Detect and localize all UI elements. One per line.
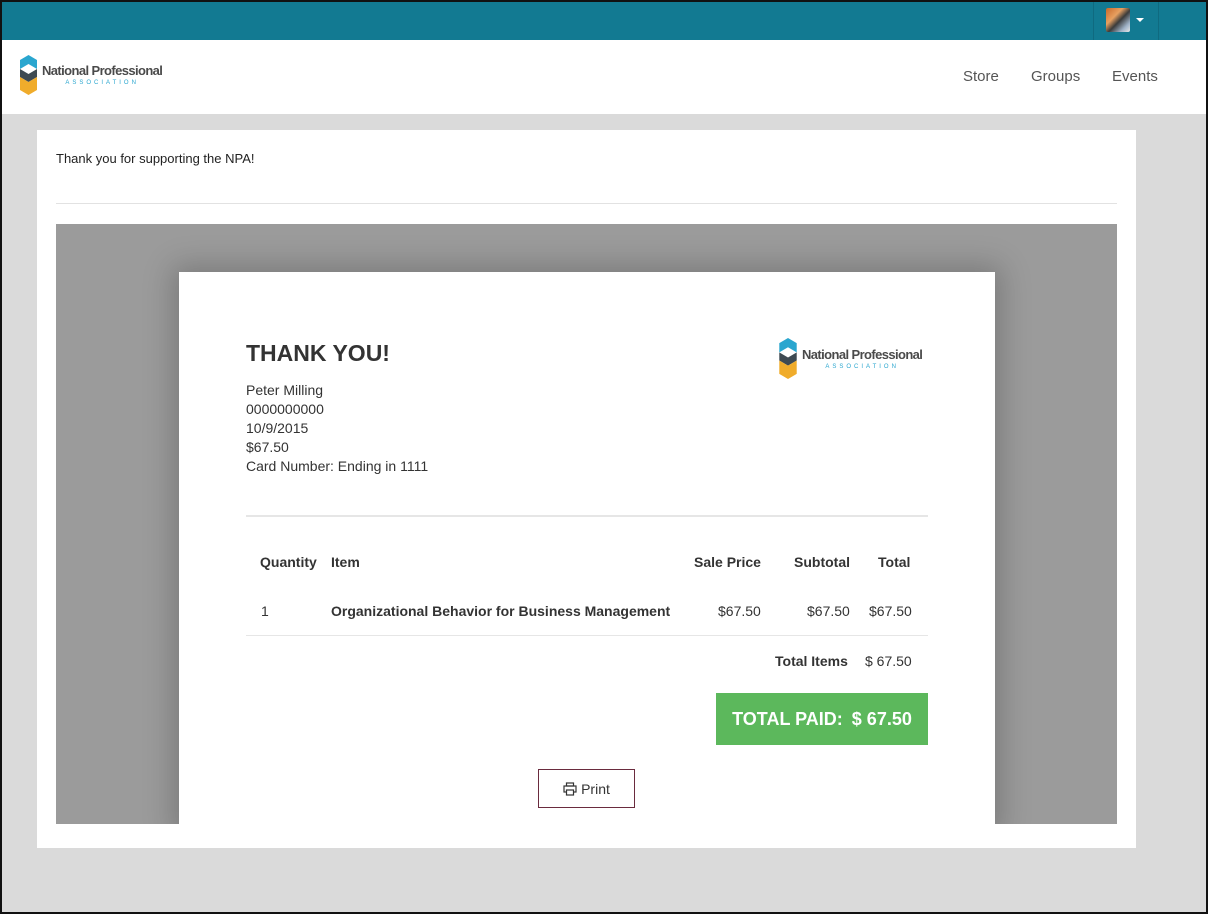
site-logo[interactable]: National Professional ASSOCIATION	[20, 55, 163, 95]
row-sale-price: $67.50	[718, 603, 761, 619]
column-header-subtotal: Subtotal	[794, 554, 850, 570]
receipt-logo: National Professional ASSOCIATION	[779, 338, 923, 379]
order-date: 10/9/2015	[246, 420, 309, 436]
nav-store[interactable]: Store	[963, 68, 999, 85]
total-paid-value: $ 67.50	[851, 708, 912, 729]
user-menu[interactable]	[1093, 0, 1159, 40]
main-panel: Thank you for supporting the NPA! THANK …	[37, 130, 1136, 848]
brand-name: National Professional	[42, 63, 163, 78]
customer-info: Peter Milling 0000000000 10/9/2015 $67.5…	[246, 381, 428, 476]
divider	[56, 203, 1117, 204]
column-header-sale-price: Sale Price	[694, 554, 761, 570]
total-items-label: Total Items	[775, 653, 848, 669]
column-header-item: Item	[331, 554, 360, 570]
printer-icon	[563, 781, 577, 796]
receipt-title: THANK YOU!	[246, 340, 390, 366]
brand-name: National Professional	[802, 346, 923, 362]
account-number: 0000000000	[246, 401, 324, 417]
print-button[interactable]: Print	[538, 769, 635, 808]
divider	[246, 515, 928, 517]
top-bar	[0, 0, 1208, 40]
total-paid-badge: TOTAL PAID: $ 67.50	[716, 693, 928, 745]
nav-groups[interactable]: Groups	[1031, 68, 1080, 85]
receipt-document: THANK YOU! National Professional ASSOCIA…	[179, 272, 995, 824]
receipt-viewer[interactable]: THANK YOU! National Professional ASSOCIA…	[56, 224, 1117, 824]
caret-down-icon	[1136, 18, 1144, 22]
customer-name: Peter Milling	[246, 382, 324, 398]
row-divider	[246, 635, 928, 636]
column-header-total: Total	[878, 554, 911, 570]
row-subtotal: $67.50	[807, 603, 850, 619]
npa-logo-icon	[20, 55, 37, 95]
brand-subtitle: ASSOCIATION	[65, 80, 139, 86]
row-total: $67.50	[869, 603, 912, 619]
row-item: Organizational Behavior for Business Man…	[331, 603, 671, 619]
user-avatar[interactable]	[1106, 8, 1130, 32]
print-label: Print	[581, 780, 610, 797]
card-number: Card Number: Ending in 1111	[246, 458, 429, 474]
column-header-quantity: Quantity	[260, 554, 317, 570]
npa-logo-icon	[779, 338, 797, 379]
thank-you-message: Thank you for supporting the NPA!	[56, 151, 255, 166]
row-quantity: 1	[261, 603, 269, 619]
total-paid-label: TOTAL PAID:	[732, 708, 843, 729]
nav-events[interactable]: Events	[1112, 68, 1158, 85]
total-items-value: $ 67.50	[865, 653, 912, 669]
brand-subtitle: ASSOCIATION	[825, 363, 899, 370]
order-amount: $67.50	[246, 439, 289, 455]
site-header: National Professional ASSOCIATION Store …	[0, 40, 1208, 114]
